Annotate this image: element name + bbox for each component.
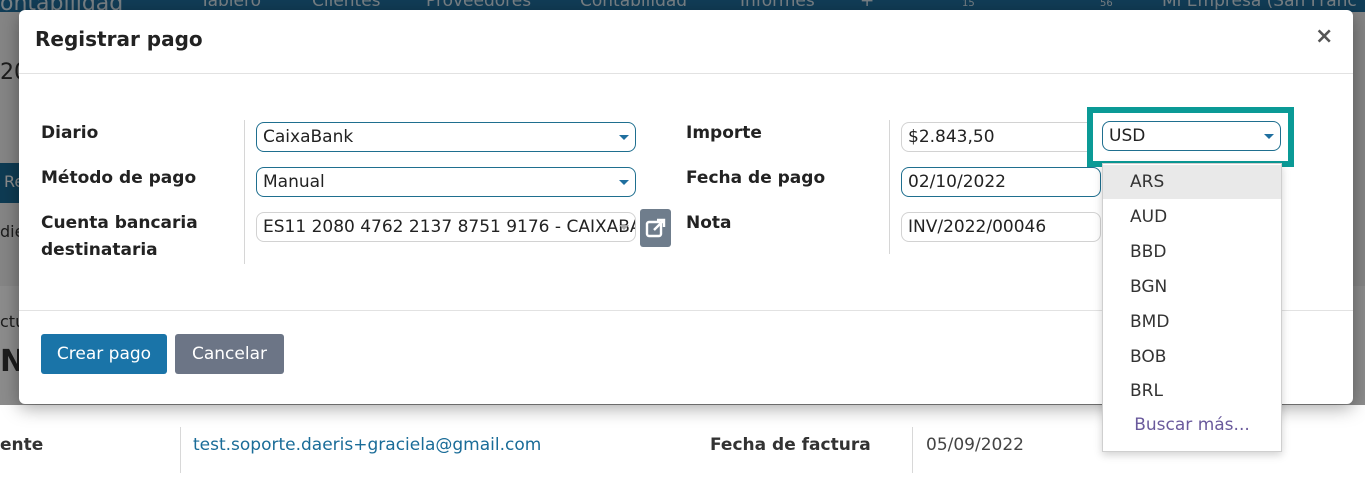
currency-option-ars[interactable]: ARS — [1103, 165, 1281, 199]
customer-email-link[interactable]: test.soporte.daeris+graciela@gmail.com — [193, 435, 541, 455]
memo-input[interactable]: INV/2022/00046 — [901, 212, 1101, 242]
currency-option-bob[interactable]: BOB — [1103, 340, 1281, 374]
external-link-button[interactable] — [640, 209, 671, 247]
column-divider — [244, 120, 245, 264]
search-more-link[interactable]: Buscar más... — [1103, 413, 1281, 437]
destination-account-label: Cuenta bancaria destinataria — [41, 213, 198, 260]
payment-date-input[interactable]: 02/10/2022 — [901, 167, 1101, 197]
payment-method-label: Método de pago — [41, 168, 197, 188]
invoice-date-value: 05/09/2022 — [926, 435, 1024, 455]
memo-value: INV/2022/00046 — [908, 217, 1047, 237]
destination-account-select[interactable]: ES11 2080 4762 2137 8751 9176 - CAIXABAN… — [256, 212, 636, 242]
divider — [912, 427, 913, 473]
amount-label: Importe — [686, 123, 762, 143]
currency-option-bbd[interactable]: BBD — [1103, 235, 1281, 269]
amount-value: $2.843,50 — [908, 127, 995, 147]
memo-label: Nota — [686, 213, 732, 233]
caret-down-icon — [619, 180, 629, 185]
journal-label: Diario — [41, 123, 99, 143]
cancel-button[interactable]: Cancelar — [175, 334, 284, 374]
divider — [180, 427, 181, 473]
caret-down-icon — [1264, 134, 1274, 139]
journal-select[interactable]: CaixaBank — [256, 122, 636, 152]
destination-account-value: ES11 2080 4762 2137 8751 9176 - CAIXABAN… — [263, 217, 636, 237]
payment-method-select[interactable]: Manual — [256, 167, 636, 197]
payment-date-value: 02/10/2022 — [908, 172, 1006, 192]
currency-dropdown: ARS AUD BBD BGN BMD BOB BRL Buscar más..… — [1102, 163, 1282, 452]
customer-label: ente — [0, 435, 44, 455]
create-payment-button[interactable]: Crear pago — [41, 334, 167, 374]
caret-down-icon — [619, 135, 629, 140]
payment-date-label: Fecha de pago — [686, 168, 826, 188]
journal-value: CaixaBank — [263, 127, 354, 147]
amount-input[interactable]: $2.843,50 — [901, 122, 1101, 152]
column-divider — [889, 120, 890, 254]
currency-value: USD — [1109, 126, 1146, 146]
close-icon[interactable]: × — [1315, 24, 1333, 49]
caret-down-icon — [619, 225, 629, 230]
currency-option-brl[interactable]: BRL — [1103, 374, 1281, 408]
invoice-date-label: Fecha de factura — [710, 435, 871, 455]
payment-method-value: Manual — [263, 172, 325, 192]
currency-option-bmd[interactable]: BMD — [1103, 305, 1281, 339]
currency-option-aud[interactable]: AUD — [1103, 200, 1281, 234]
currency-option-bgn[interactable]: BGN — [1103, 270, 1281, 304]
dialog-title: Registrar pago — [35, 27, 203, 51]
currency-highlight-box: USD — [1087, 107, 1294, 167]
currency-select[interactable]: USD — [1102, 121, 1281, 151]
header-divider — [19, 73, 1353, 74]
external-link-icon — [645, 218, 666, 238]
